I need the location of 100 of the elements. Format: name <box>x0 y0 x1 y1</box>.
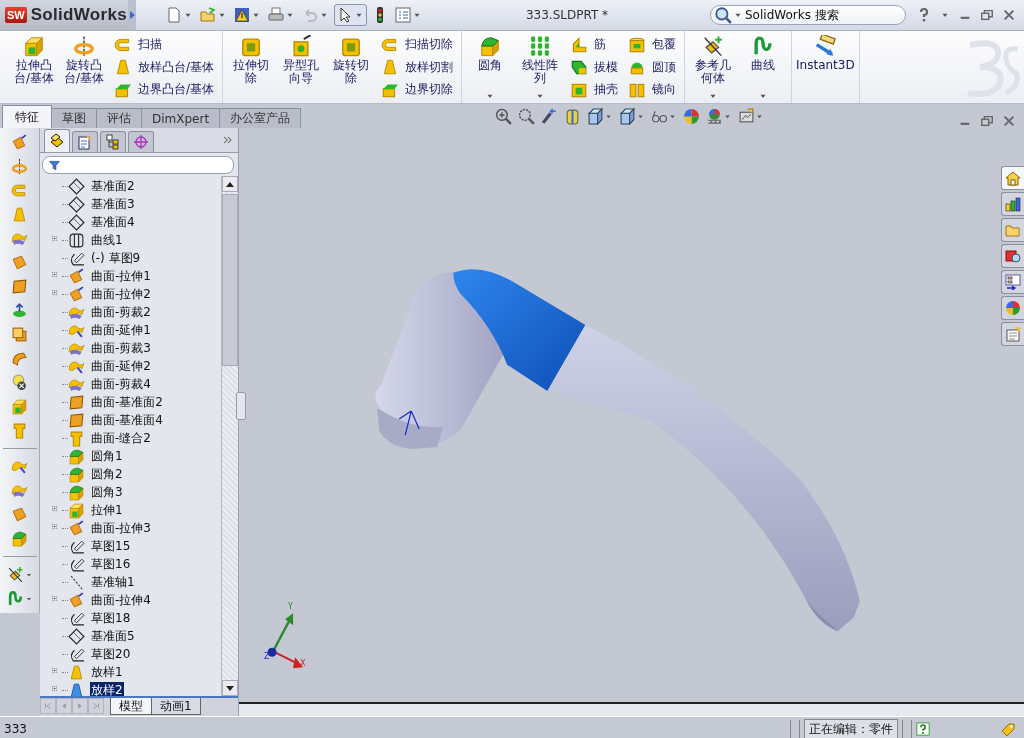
horizontal-scrollbar[interactable] <box>239 704 1024 716</box>
tree-item[interactable]: 基准面5 <box>90 627 136 645</box>
ribbon-button[interactable]: 拔模 <box>570 56 619 78</box>
previous-view-icon[interactable] <box>540 107 558 125</box>
sheet-arrow-icon[interactable] <box>11 134 28 151</box>
print-icon[interactable] <box>268 7 284 23</box>
ribbon-button[interactable]: 拉伸凸台/基体 <box>10 33 58 101</box>
tree-item[interactable]: 曲面-基准面4 <box>90 411 164 429</box>
ribbon-button[interactable]: 圆角 <box>466 33 515 101</box>
command-tab[interactable]: DimXpert <box>141 108 221 128</box>
options-icon[interactable] <box>395 7 411 23</box>
new-document-icon[interactable] <box>166 7 182 23</box>
tree-item[interactable]: 草图20 <box>90 645 132 663</box>
ribbon-button[interactable]: 放样切割 <box>381 56 454 78</box>
handle-model-drawing[interactable] <box>375 269 860 632</box>
close-icon[interactable] <box>1002 114 1016 128</box>
fillet-icon[interactable] <box>11 530 28 547</box>
ribbon-button[interactable]: 拉伸切除 <box>227 33 276 101</box>
tree-item[interactable]: 圆角2 <box>90 465 124 483</box>
tree-item[interactable]: 曲面-延伸1 <box>90 321 152 339</box>
tree-item[interactable]: 曲面-缝合2 <box>90 429 152 447</box>
twist-icon[interactable] <box>11 230 28 247</box>
warning-icon[interactable] <box>234 7 250 23</box>
ribbon-button[interactable]: 放样凸台/基体 <box>114 56 215 78</box>
refgeom-icon[interactable] <box>6 566 24 583</box>
sweep-icon[interactable] <box>11 182 28 199</box>
zoom-area-icon[interactable] <box>517 107 535 125</box>
sheet-tab[interactable]: 动画1 <box>151 698 201 715</box>
tag-icon[interactable] <box>1000 721 1016 737</box>
tree-item[interactable]: 拉伸1 <box>90 501 124 519</box>
tree-item[interactable]: 曲面-拉伸3 <box>90 519 152 537</box>
ribbon-button[interactable]: 曲线 <box>739 33 788 101</box>
restore-icon[interactable] <box>980 114 994 128</box>
bend-icon[interactable] <box>11 350 28 367</box>
search-field[interactable]: SolidWorks 搜索 <box>710 5 906 25</box>
tree-item[interactable]: 曲面-剪裁4 <box>90 375 152 393</box>
display-style-icon[interactable] <box>618 107 636 125</box>
ribbon-button[interactable]: 抽壳 <box>570 79 619 100</box>
task-pane-tab[interactable] <box>1001 244 1024 268</box>
view-orientation-icon[interactable] <box>586 107 604 125</box>
sheet-icon[interactable] <box>11 506 28 523</box>
tree-item[interactable]: 圆角1 <box>90 447 124 465</box>
tree-item[interactable]: 基准面3 <box>90 195 136 213</box>
task-pane-tab[interactable] <box>1001 166 1024 190</box>
tree-item[interactable]: 曲面-拉伸1 <box>90 267 152 285</box>
tree-item[interactable]: 基准面2 <box>90 177 136 195</box>
appearance-icon[interactable] <box>682 107 700 125</box>
panel-tab[interactable] <box>44 129 70 152</box>
task-pane-tab[interactable] <box>1001 192 1024 216</box>
command-tab[interactable]: 草图 <box>51 108 97 128</box>
menu-expand-button[interactable] <box>128 0 136 30</box>
knit-icon[interactable] <box>11 422 28 439</box>
command-tab[interactable]: 评估 <box>96 108 142 128</box>
select-button[interactable] <box>334 4 367 26</box>
fill-icon[interactable] <box>11 302 28 319</box>
ribbon-button[interactable]: 扫描 <box>114 34 215 55</box>
ribbon-button[interactable]: 线性阵列 <box>516 33 565 101</box>
offset-icon[interactable] <box>11 326 28 343</box>
expand-chevron-icon[interactable] <box>222 134 234 146</box>
ribbon-button[interactable]: 边界凸台/基体 <box>114 79 215 100</box>
ribbon-button[interactable]: 异型孔向导 <box>277 33 326 101</box>
task-pane-tab[interactable] <box>1001 296 1024 320</box>
filter-field[interactable] <box>42 156 234 174</box>
task-pane-tab[interactable] <box>1001 322 1024 346</box>
ribbon-button[interactable]: Instant3D <box>796 33 855 101</box>
loft-icon[interactable] <box>11 206 28 223</box>
tree-item[interactable]: 草图16 <box>90 555 132 573</box>
task-pane-tab[interactable] <box>1001 270 1024 294</box>
ribbon-button[interactable]: 筋 <box>570 34 619 55</box>
planar-icon[interactable] <box>11 278 28 295</box>
cube-icon[interactable] <box>11 398 28 415</box>
sheet-tab[interactable]: 模型 <box>110 698 152 715</box>
tree-item[interactable]: 草图18 <box>90 609 132 627</box>
ribbon-button[interactable]: 镜向 <box>628 79 677 100</box>
command-tab[interactable]: 特征 <box>2 105 52 128</box>
tree-item[interactable]: 曲面-拉伸4 <box>90 591 152 609</box>
tree-item[interactable]: 曲面-延伸2 <box>90 357 152 375</box>
ribbon-button[interactable]: 扫描切除 <box>381 34 454 55</box>
ribbon-button[interactable]: 旋转凸台/基体 <box>60 33 108 101</box>
tree-item[interactable]: 草图15 <box>90 537 132 555</box>
restore-icon[interactable] <box>980 8 994 22</box>
ribbon-button[interactable]: 边界切除 <box>381 79 454 100</box>
tree-item[interactable]: 曲面-剪裁2 <box>90 303 152 321</box>
command-tab[interactable]: 办公室产品 <box>219 108 302 128</box>
tree-item[interactable]: 基准轴1 <box>90 573 136 591</box>
tree-item[interactable]: 曲面-剪裁3 <box>90 339 152 357</box>
open-folder-icon[interactable] <box>200 7 216 23</box>
curve-icon[interactable] <box>6 590 24 607</box>
scrollbar[interactable] <box>221 176 238 696</box>
scene-icon[interactable] <box>705 107 723 125</box>
sheet-icon[interactable] <box>11 254 28 271</box>
tree-item[interactable]: (-) 草图9 <box>90 249 142 267</box>
close-icon[interactable] <box>1002 8 1016 22</box>
delete-icon[interactable] <box>11 374 28 391</box>
ribbon-button[interactable]: 旋转切除 <box>327 33 376 101</box>
view-settings-icon[interactable] <box>737 107 755 125</box>
scroll-up-button[interactable] <box>222 176 238 192</box>
zoom-fit-icon[interactable] <box>494 107 512 125</box>
tree-item[interactable]: 基准面4 <box>90 213 136 231</box>
scroll-down-button[interactable] <box>222 680 238 696</box>
